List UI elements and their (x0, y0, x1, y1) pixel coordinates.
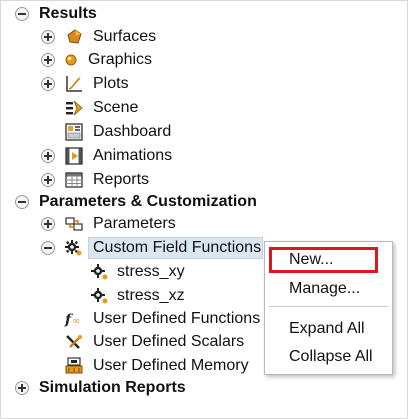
collapse-toggle-icon[interactable] (15, 7, 29, 21)
gear-icon (89, 286, 109, 306)
dashboard-icon (64, 122, 84, 142)
menu-item-collapse-all[interactable]: Collapse All (265, 344, 392, 370)
scalars-icon (64, 332, 84, 352)
expand-toggle-icon[interactable] (41, 173, 55, 187)
tree-node-label: Results (39, 5, 97, 22)
tree-node-label: Reports (93, 171, 150, 188)
scene-icon (64, 98, 84, 118)
graphics-icon (62, 50, 82, 70)
menu-separator (269, 306, 388, 307)
animation-icon (64, 146, 84, 166)
function-icon: f ∞ (64, 309, 84, 329)
plot-icon (64, 74, 84, 94)
tree-node-label: Simulation Reports (39, 379, 186, 396)
parameters-icon (64, 214, 84, 234)
menu-item-new[interactable]: New... (269, 247, 378, 273)
expand-toggle-icon[interactable] (41, 77, 55, 91)
svg-text:∞: ∞ (72, 316, 80, 327)
tree-node-label: Graphics (88, 51, 153, 68)
gear-icon (63, 238, 83, 258)
tree-node-label: Dashboard (93, 123, 172, 140)
gear-icon (89, 262, 109, 282)
expand-toggle-icon[interactable] (41, 149, 55, 163)
report-table-icon (64, 170, 84, 190)
expand-toggle-icon[interactable] (41, 217, 55, 231)
expand-toggle-icon[interactable] (41, 53, 55, 67)
context-menu: New... Manage... Expand All Collapse All (264, 241, 393, 375)
collapse-toggle-icon[interactable] (15, 195, 29, 209)
tree-node-label: User Defined Functions (93, 310, 261, 327)
tree-node-label: stress_xy (117, 263, 185, 280)
tree-node-label: stress_xz (117, 287, 185, 304)
tree-node-label: Animations (93, 147, 173, 164)
expand-toggle-icon[interactable] (15, 381, 29, 395)
collapse-toggle-icon[interactable] (41, 241, 55, 255)
outline-tree-panel: Results Surfaces Graphics Plots Scene Da… (0, 0, 408, 419)
menu-item-manage[interactable]: Manage... (265, 276, 392, 302)
tree-node-label: User Defined Scalars (93, 333, 245, 350)
tree-node-label: Parameters & Customization (39, 193, 257, 210)
tree-node-label: Parameters (93, 215, 176, 232)
memory-icon (64, 356, 84, 376)
tree-node-label: Plots (93, 75, 129, 92)
menu-item-expand-all[interactable]: Expand All (265, 316, 392, 342)
surfaces-icon (64, 27, 84, 47)
tree-node-label: Custom Field Functions (93, 239, 262, 256)
expand-toggle-icon[interactable] (41, 30, 55, 44)
tree-node-label: Scene (93, 99, 139, 116)
tree-node-label: User Defined Memory (93, 357, 249, 374)
tree-node-label: Surfaces (93, 28, 157, 45)
